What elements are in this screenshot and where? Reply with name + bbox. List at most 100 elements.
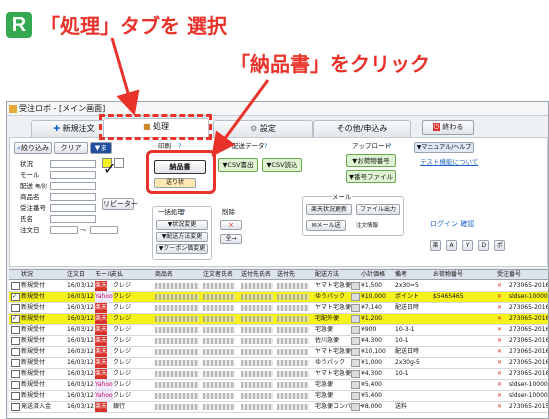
row-checkbox[interactable]	[11, 370, 20, 378]
delete-row-icon[interactable]: ✕	[497, 292, 502, 302]
date-from-field[interactable]	[50, 226, 78, 234]
tab-other[interactable]: その他/申込み	[313, 120, 411, 137]
ship-dropdown[interactable]	[351, 392, 360, 400]
filter-menu-button[interactable]: ▼ま	[90, 142, 112, 154]
col-order[interactable]: 受注番号	[497, 270, 521, 280]
delete-row-icon[interactable]: ✕	[497, 314, 502, 324]
file-out-button[interactable]: ファイル出力	[356, 204, 400, 215]
print-help[interactable]: ?	[178, 142, 181, 150]
name-field[interactable]	[50, 215, 96, 223]
delete-row-icon[interactable]: ✕	[497, 358, 502, 368]
delete-row-icon[interactable]: ✕	[497, 391, 502, 401]
ship-dropdown[interactable]	[351, 315, 360, 323]
row-checkbox[interactable]	[11, 359, 20, 367]
status-select[interactable]	[50, 160, 96, 168]
mall-select[interactable]	[50, 171, 96, 179]
csv-out-button[interactable]: ▼CSV書出	[218, 158, 258, 172]
ship-dropdown[interactable]	[351, 359, 360, 367]
delete-button[interactable]: ×	[220, 220, 242, 230]
all-button[interactable]: 全→	[220, 234, 242, 244]
table-row[interactable]: 新規受付 16/03/12 楽天 クレジ ヤマト宅急便 ¥10,100 配送日時 273065…	[9, 347, 548, 358]
table-row[interactable]: ✓新規受付 16/03/12楽天クレジ 宅配外便 ¥1,200 273065-20160…	[9, 314, 548, 325]
delete-row-icon[interactable]: ✕	[497, 347, 502, 357]
row-checkbox[interactable]	[11, 381, 20, 389]
row-checkbox[interactable]	[11, 392, 20, 400]
delete-row-icon[interactable]: ✕	[497, 369, 502, 379]
delete-row-icon[interactable]: ✕	[497, 325, 502, 335]
col-price[interactable]: 小計価格	[361, 270, 385, 280]
col-date[interactable]: 注文日	[67, 270, 85, 280]
table-row[interactable]: 新規受付 16/03/12 楽天 クレジ ヤマト宅急便 ¥1,500 2x30=5 27306…	[9, 281, 548, 292]
col-ship[interactable]: 配送方法	[315, 270, 339, 280]
col-track[interactable]: お荷物番号	[433, 270, 463, 280]
table-row[interactable]: 新規受付 16/03/12 楽天 クレジ 宅急便 ¥900 10-3-1 273065-201…	[9, 325, 548, 336]
delivery-select[interactable]	[50, 182, 96, 190]
row-checkbox[interactable]	[11, 304, 20, 312]
ship-dropdown[interactable]	[351, 370, 360, 378]
order-no-field[interactable]	[50, 204, 96, 212]
label-print-button[interactable]: 送り状	[154, 178, 196, 188]
login-rakuten[interactable]: 楽	[430, 240, 441, 251]
mail-send-button[interactable]: ✉メール送	[306, 220, 346, 231]
delivery-change-button[interactable]: ▼配送方法変更	[156, 232, 208, 242]
delete-row-icon[interactable]: ✕	[497, 303, 502, 313]
date-to-field[interactable]	[90, 226, 118, 234]
delete-row-icon[interactable]: ✕	[497, 281, 502, 291]
col-product[interactable]: 商品名	[155, 270, 173, 280]
narrow-button[interactable]: ⌕絞り込み	[14, 142, 52, 154]
tracking-button[interactable]: ▼お荷物番号	[346, 154, 396, 167]
col-status[interactable]: 状況	[21, 270, 33, 280]
table-row[interactable]: 新規受付 16/03/12 楽天 クレジ ゆうパック ¥1,000 2x30g-5 27306…	[9, 358, 548, 369]
manual-button[interactable]: ▼マニュアル/ヘルプ	[414, 142, 474, 153]
upload-help[interactable]: ?	[388, 142, 391, 150]
csv-in-button[interactable]: ▼CSV読込	[262, 158, 302, 172]
bulk-help[interactable]: ?	[182, 208, 185, 216]
col-address[interactable]: 送付先	[277, 270, 295, 280]
product-field[interactable]	[50, 193, 96, 201]
ship-dropdown[interactable]	[351, 293, 360, 301]
row-checkbox[interactable]	[11, 282, 20, 290]
ship-dropdown[interactable]	[351, 337, 360, 345]
row-checkbox[interactable]	[11, 348, 20, 356]
nouhin-button[interactable]: 納品書	[154, 160, 206, 174]
table-row[interactable]: 発送済入金 16/03/12 楽天 銀行 宅急便コンパクト ¥8,000 送料 273065-…	[9, 402, 548, 413]
col-buyer[interactable]: 注文者氏名	[203, 270, 233, 280]
clear-button[interactable]: クリア	[54, 142, 88, 154]
delete-row-icon[interactable]: ✕	[497, 380, 502, 390]
checkbox[interactable]	[114, 158, 124, 168]
row-checkbox[interactable]: ✓	[11, 293, 20, 301]
delivery-data-help[interactable]: ?	[264, 142, 267, 150]
login-po[interactable]: ポ	[494, 240, 506, 251]
row-checkbox[interactable]: ✓	[11, 315, 20, 323]
table-row[interactable]: 新規受付 16/03/12 Yahoo クレジ 宅急便 ¥5,400 sldser-1000…	[9, 380, 548, 391]
number-file-button[interactable]: ▼番号ファイル	[346, 170, 396, 183]
table-row[interactable]: 新規受付 16/03/12 楽天 クレジ ヤマト宅急便 ¥4,300 10-1 273065-…	[9, 369, 548, 380]
login-yahoo[interactable]: Y	[462, 240, 474, 251]
ship-dropdown[interactable]	[351, 282, 360, 290]
test-function-link[interactable]: テスト機能について	[420, 158, 478, 166]
table-row[interactable]: ✓ 新規受付 16/03/12 Yahoo クレジ ゆうパック ¥10,000 ポイント $54…	[9, 292, 548, 303]
col-recipient[interactable]: 送付先氏名	[241, 270, 271, 280]
ship-dropdown[interactable]	[351, 381, 360, 389]
status-change-button[interactable]: ▼状況変更	[156, 220, 208, 230]
check-icon[interactable]: ✓	[102, 158, 116, 178]
delete-row-icon[interactable]: ✕	[497, 336, 502, 346]
ship-dropdown[interactable]	[351, 304, 360, 312]
tab-settings[interactable]: ⚙ 設定	[213, 120, 313, 137]
ship-dropdown[interactable]	[351, 348, 360, 356]
coupon-change-button[interactable]: ▼クーポン価変更	[156, 244, 208, 254]
repeater-button[interactable]: リピーター	[102, 198, 138, 210]
rakuten-update-button[interactable]: 楽天状況更新	[306, 204, 352, 215]
col-memo[interactable]: 備考	[395, 270, 407, 280]
login-d[interactable]: D	[478, 240, 490, 251]
ship-dropdown[interactable]	[351, 326, 360, 334]
delete-row-icon[interactable]: ✕	[497, 402, 502, 412]
ship-dropdown[interactable]	[351, 403, 360, 411]
row-checkbox[interactable]	[11, 326, 20, 334]
row-checkbox[interactable]	[11, 403, 20, 411]
login-amazon[interactable]: A	[446, 240, 458, 251]
close-button[interactable]: ⏻ 終わる	[422, 120, 474, 135]
table-row[interactable]: 新規受付 16/03/12 Yahoo クレジ 宅急便 ¥5,400 sldser-1000…	[9, 391, 548, 402]
row-checkbox[interactable]	[11, 337, 20, 345]
table-row[interactable]: 新規受付 16/03/12 楽天 クレジ 佐川急便 ¥4,300 10-1 273065-20…	[9, 336, 548, 347]
